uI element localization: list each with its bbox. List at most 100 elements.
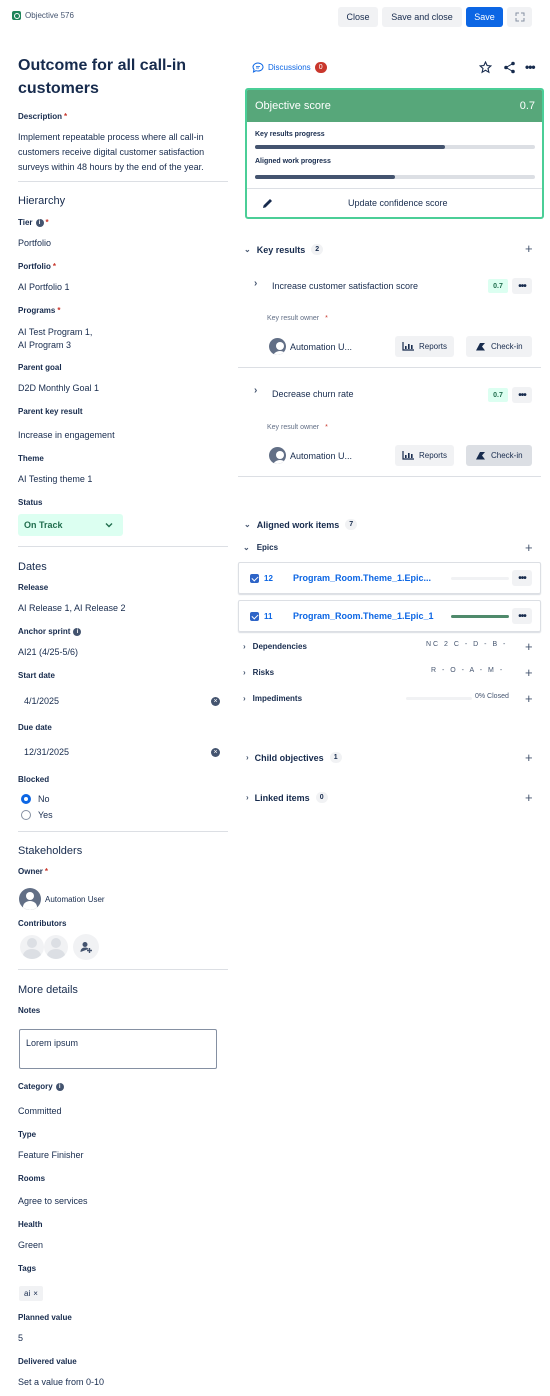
start-date-field[interactable]: 4/1/2025 ×	[18, 690, 224, 712]
aligned-progress-label: Aligned work progress	[255, 158, 331, 165]
hierarchy-heading: Hierarchy	[18, 195, 66, 207]
remove-tag-icon[interactable]: ×	[33, 1289, 38, 1298]
add-impediment-icon[interactable]: +	[525, 692, 533, 705]
child-objectives-header[interactable]: › Child objectives 1	[246, 752, 342, 763]
theme-value[interactable]: AI Testing theme 1	[18, 474, 92, 484]
contributor-avatar[interactable]	[44, 935, 68, 959]
reports-button[interactable]: Reports	[395, 336, 455, 357]
add-child-objective-icon[interactable]: +	[525, 751, 533, 764]
blocked-label: Blocked	[18, 775, 50, 784]
notes-textarea[interactable]: Lorem ipsum	[19, 1029, 217, 1069]
radio-unchecked-icon	[21, 810, 31, 820]
objective-icon	[12, 11, 21, 20]
add-linked-item-icon[interactable]: +	[525, 791, 533, 804]
add-dependency-icon[interactable]: +	[525, 640, 533, 653]
clear-icon[interactable]: ×	[211, 747, 220, 757]
key-result-owner[interactable]: Automation U...	[269, 338, 352, 355]
epics-header[interactable]: ⌄ Epics	[243, 543, 278, 552]
description-text[interactable]: Implement repeatable process where all c…	[18, 130, 228, 175]
chevron-right-icon[interactable]: ›	[254, 278, 257, 289]
epic-row[interactable]: 12 Program_Room.Theme_1.Epic... •••	[238, 562, 541, 594]
reports-button[interactable]: Reports	[395, 445, 455, 466]
more-options-button[interactable]: •••	[512, 570, 532, 586]
dates-heading: Dates	[18, 561, 47, 573]
aligned-work-header[interactable]: ⌄ Aligned work items 7	[244, 519, 358, 530]
key-result-owner-label: Key result owner *	[267, 315, 328, 322]
chevron-right-icon: ›	[243, 668, 246, 677]
blocked-yes-radio[interactable]: Yes	[21, 810, 53, 820]
star-icon[interactable]	[479, 61, 492, 74]
chevron-right-icon[interactable]: ›	[254, 385, 257, 396]
close-button[interactable]: Close	[338, 7, 378, 27]
info-icon[interactable]: i	[55, 1082, 64, 1091]
key-result-title[interactable]: Increase customer satisfaction score	[272, 281, 418, 291]
epic-name[interactable]: Program_Room.Theme_1.Epic_1	[293, 611, 434, 621]
key-result-score: 0.7	[488, 279, 508, 293]
key-results-header[interactable]: ⌄ Key results 2	[244, 244, 324, 255]
due-date-field[interactable]: 12/31/2025 ×	[18, 741, 224, 763]
info-icon[interactable]: i	[35, 218, 44, 227]
epic-icon	[250, 573, 259, 583]
parent-goal-value[interactable]: D2D Monthly Goal 1	[18, 383, 99, 393]
type-value[interactable]: Feature Finisher	[18, 1150, 84, 1160]
more-options-button[interactable]: •••	[512, 387, 532, 403]
tags-label: Tags	[18, 1264, 37, 1273]
health-value[interactable]: Green	[18, 1240, 43, 1250]
update-confidence-button[interactable]: Update confidence score	[247, 189, 542, 217]
expand-button[interactable]	[507, 7, 532, 27]
avatar	[269, 447, 286, 464]
epic-name[interactable]: Program_Room.Theme_1.Epic...	[293, 573, 431, 583]
parent-key-result-value[interactable]: Increase in engagement	[18, 430, 115, 440]
key-result-owner[interactable]: Automation U...	[269, 447, 352, 464]
divider	[18, 969, 228, 970]
chevron-down-icon	[105, 523, 113, 528]
more-actions-icon[interactable]: •••	[525, 60, 536, 74]
risks-row[interactable]: › Risks	[243, 668, 274, 677]
divider	[18, 831, 228, 832]
programs-value[interactable]: AI Test Program 1, AI Program 3	[18, 326, 92, 352]
linked-items-header[interactable]: › Linked items 0	[246, 792, 328, 803]
more-options-button[interactable]: •••	[512, 278, 532, 294]
radio-checked-icon	[21, 794, 31, 804]
dependencies-row[interactable]: › Dependencies	[243, 642, 307, 651]
expand-icon	[515, 12, 524, 22]
tier-value[interactable]: Portfolio	[18, 238, 51, 248]
share-icon[interactable]	[503, 61, 516, 74]
status-dropdown[interactable]: On Track	[18, 514, 123, 536]
status-label: Status	[18, 498, 43, 507]
chevron-right-icon: ›	[243, 694, 246, 703]
delivered-value-input[interactable]: Set a value from 0-10	[18, 1377, 104, 1387]
owner-field[interactable]: Automation User	[19, 888, 105, 910]
portfolio-value[interactable]: AI Portfolio 1	[18, 282, 70, 292]
tag-chip[interactable]: ai ×	[19, 1286, 43, 1301]
discussions-link[interactable]: Discussions 0	[252, 62, 327, 73]
more-options-button[interactable]: •••	[512, 608, 532, 624]
tier-label: Tier i *	[18, 218, 49, 227]
add-key-result-icon[interactable]: +	[525, 242, 533, 255]
epic-progress-fill	[451, 614, 509, 618]
health-label: Health	[18, 1220, 43, 1229]
clear-icon[interactable]: ×	[211, 696, 220, 706]
impediments-row[interactable]: › Impediments	[243, 694, 302, 703]
anchor-sprint-value[interactable]: AI21 (4/25-5/6)	[18, 647, 78, 657]
key-result-title[interactable]: Decrease churn rate	[272, 389, 354, 399]
rooms-value[interactable]: Agree to services	[18, 1196, 88, 1206]
page-title: Outcome for all call-in customers	[18, 57, 187, 97]
owner-name: Automation User	[45, 894, 105, 904]
check-in-button[interactable]: Check-in	[466, 445, 532, 466]
contributor-avatar[interactable]	[20, 935, 44, 959]
planned-value[interactable]: 5	[18, 1333, 23, 1343]
release-label: Release	[18, 583, 49, 592]
blocked-no-radio[interactable]: No	[21, 794, 50, 804]
add-risk-icon[interactable]: +	[525, 666, 533, 679]
category-value[interactable]: Committed	[18, 1106, 62, 1116]
add-epic-icon[interactable]: +	[525, 541, 533, 554]
info-icon[interactable]: i	[73, 627, 82, 636]
save-and-close-button[interactable]: Save and close	[382, 7, 462, 27]
epic-row[interactable]: 11 Program_Room.Theme_1.Epic_1 •••	[238, 600, 541, 632]
check-in-button[interactable]: Check-in	[466, 336, 532, 357]
save-button[interactable]: Save	[466, 7, 503, 27]
add-contributor-button[interactable]	[73, 934, 99, 960]
discussions-count: 0	[314, 62, 327, 73]
release-value[interactable]: AI Release 1, AI Release 2	[18, 603, 126, 613]
